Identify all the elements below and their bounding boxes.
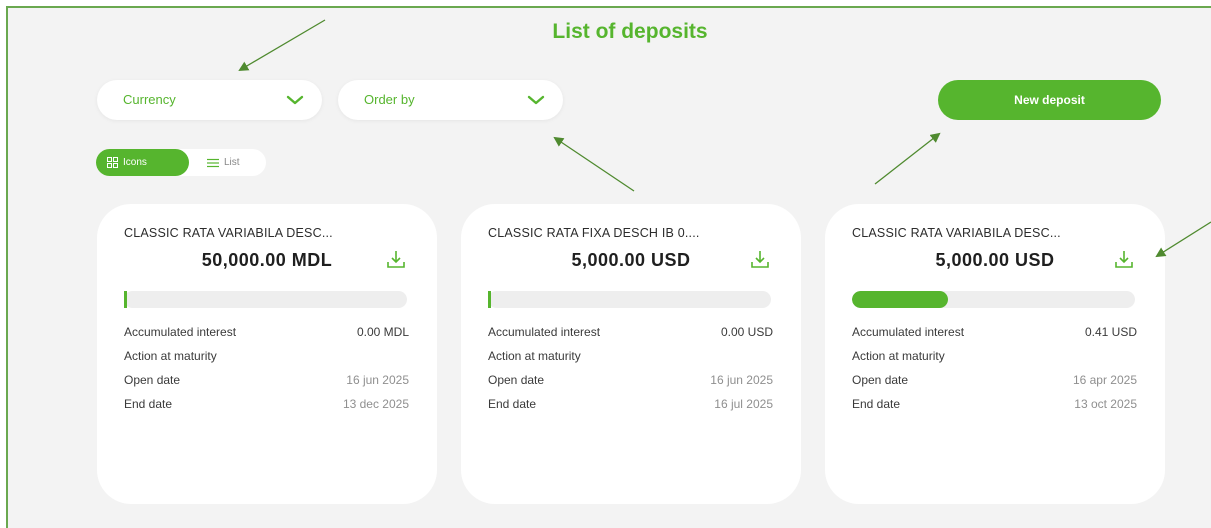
icons-view-label: Icons xyxy=(123,157,147,168)
deposit-card[interactable]: CLASSIC RATA FIXA DESCH IB 0.... 5,000.0… xyxy=(461,204,801,504)
end-date-row: End date 13 dec 2025 xyxy=(124,397,409,411)
icons-view-option[interactable]: Icons xyxy=(96,149,189,176)
accumulated-interest-value: 0.00 MDL xyxy=(356,325,409,339)
new-deposit-button[interactable]: New deposit xyxy=(938,80,1161,120)
deposit-progress-marker xyxy=(124,291,127,308)
deposit-progress-fill xyxy=(852,291,949,308)
accumulated-interest-row: Accumulated interest 0.00 USD xyxy=(488,325,773,339)
open-date-value: 16 jun 2025 xyxy=(710,373,773,387)
open-date-label: Open date xyxy=(124,373,181,387)
open-date-label: Open date xyxy=(488,373,545,387)
deposit-progress-track xyxy=(852,291,1135,308)
download-icon[interactable] xyxy=(749,248,771,270)
list-view-option[interactable]: List xyxy=(196,149,266,176)
accumulated-interest-label: Accumulated interest xyxy=(124,325,237,339)
accumulated-interest-row: Accumulated interest 0.00 MDL xyxy=(124,325,409,339)
action-at-maturity-row: Action at maturity xyxy=(124,349,409,363)
end-date-value: 13 dec 2025 xyxy=(342,397,409,411)
deposit-card[interactable]: CLASSIC RATA VARIABILA DESC... 50,000.00… xyxy=(97,204,437,504)
open-date-value: 16 apr 2025 xyxy=(1072,373,1137,387)
grid-icon xyxy=(107,157,118,168)
currency-dropdown-label: Currency xyxy=(123,92,176,107)
open-date-row: Open date 16 apr 2025 xyxy=(852,373,1137,387)
deposit-name: CLASSIC RATA FIXA DESCH IB 0.... xyxy=(488,226,700,240)
accumulated-interest-label: Accumulated interest xyxy=(488,325,601,339)
list-icon xyxy=(207,158,219,167)
end-date-value: 13 oct 2025 xyxy=(1074,397,1137,411)
download-icon[interactable] xyxy=(385,248,407,270)
deposit-name: CLASSIC RATA VARIABILA DESC... xyxy=(124,226,333,240)
order-by-dropdown-label: Order by xyxy=(364,92,415,107)
accumulated-interest-label: Accumulated interest xyxy=(852,325,965,339)
open-date-value: 16 jun 2025 xyxy=(346,373,409,387)
deposit-progress-marker xyxy=(488,291,491,308)
action-at-maturity-row: Action at maturity xyxy=(488,349,773,363)
accumulated-interest-row: Accumulated interest 0.41 USD xyxy=(852,325,1137,339)
download-icon[interactable] xyxy=(1113,248,1135,270)
deposit-name: CLASSIC RATA VARIABILA DESC... xyxy=(852,226,1061,240)
currency-dropdown[interactable]: Currency xyxy=(97,80,322,120)
open-date-row: Open date 16 jun 2025 xyxy=(124,373,409,387)
deposit-progress-track xyxy=(488,291,771,308)
open-date-label: Open date xyxy=(852,373,909,387)
action-at-maturity-label: Action at maturity xyxy=(488,349,581,363)
open-date-row: Open date 16 jun 2025 xyxy=(488,373,773,387)
action-at-maturity-row: Action at maturity xyxy=(852,349,1137,363)
end-date-row: End date 13 oct 2025 xyxy=(852,397,1137,411)
accumulated-interest-value: 0.00 USD xyxy=(720,325,773,339)
end-date-value: 16 jul 2025 xyxy=(714,397,773,411)
page-title: List of deposits xyxy=(552,20,708,43)
end-date-label: End date xyxy=(124,397,173,411)
accumulated-interest-value: 0.41 USD xyxy=(1084,325,1137,339)
chevron-down-icon xyxy=(286,95,304,105)
view-toggle: Icons List xyxy=(96,149,266,176)
action-at-maturity-label: Action at maturity xyxy=(852,349,945,363)
end-date-label: End date xyxy=(488,397,537,411)
deposit-card[interactable]: CLASSIC RATA VARIABILA DESC... 5,000.00 … xyxy=(825,204,1165,504)
end-date-row: End date 16 jul 2025 xyxy=(488,397,773,411)
action-at-maturity-label: Action at maturity xyxy=(124,349,217,363)
chevron-down-icon xyxy=(527,95,545,105)
end-date-label: End date xyxy=(852,397,901,411)
deposit-progress-track xyxy=(124,291,407,308)
list-view-label: List xyxy=(224,157,240,168)
order-by-dropdown[interactable]: Order by xyxy=(338,80,563,120)
